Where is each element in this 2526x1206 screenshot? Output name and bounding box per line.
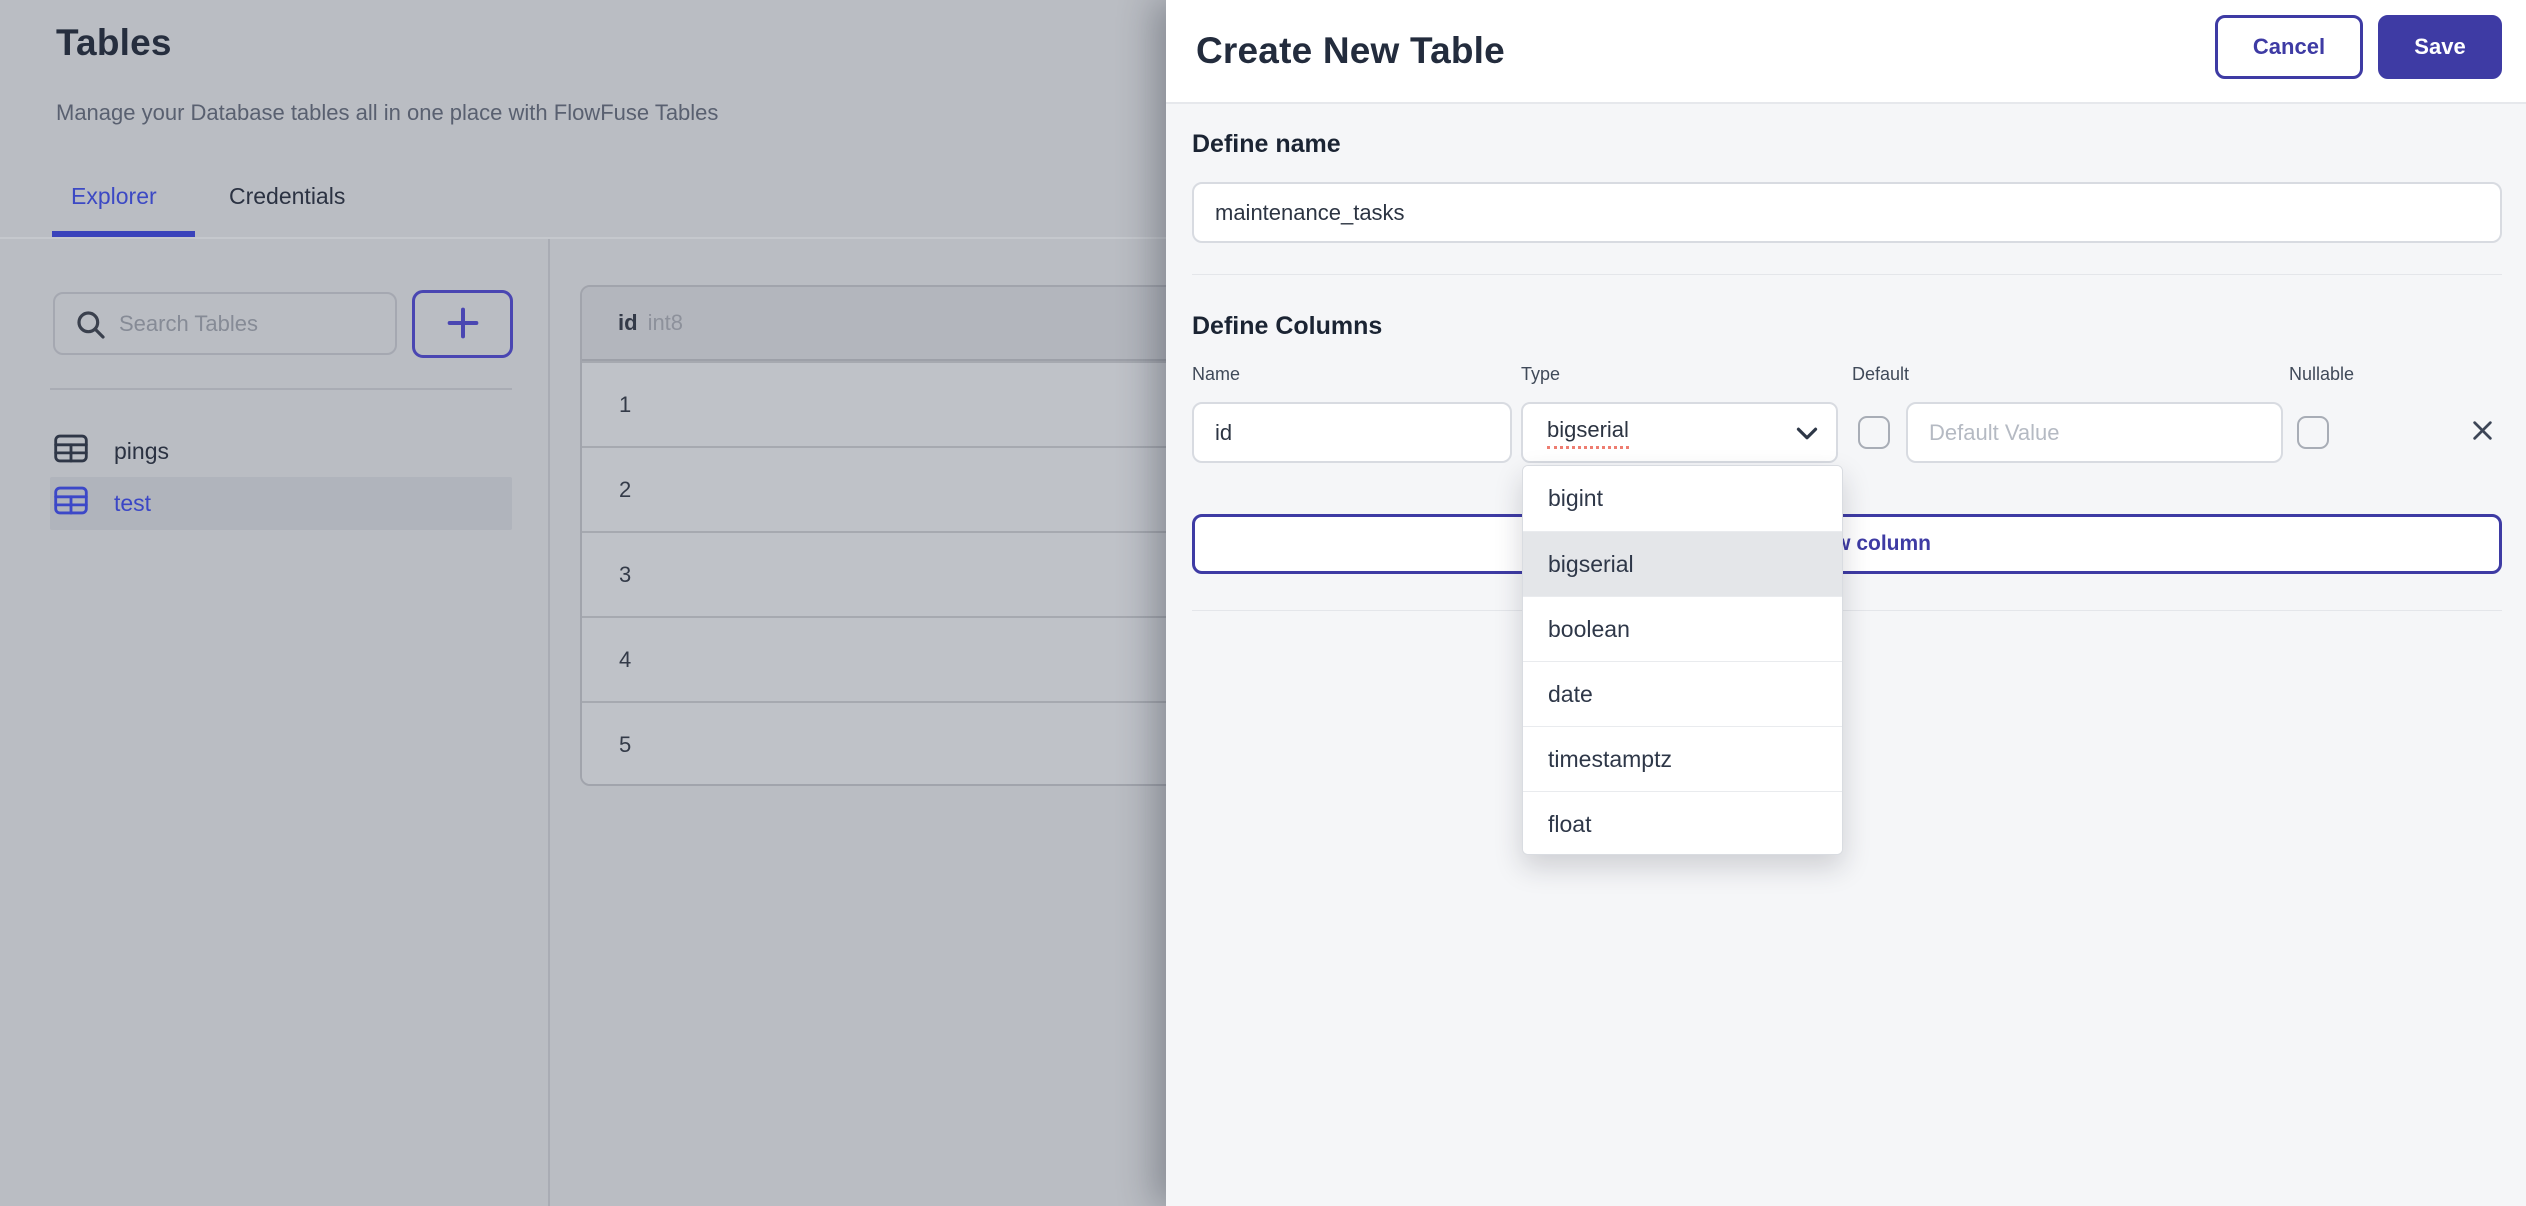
table-row[interactable]: 3	[582, 531, 1199, 616]
column-type-select[interactable]: bigserial	[1521, 402, 1838, 463]
default-value-input[interactable]	[1906, 402, 2283, 463]
selected-type-value: bigserial	[1547, 417, 1629, 449]
add-new-column-button[interactable]: Add new column	[1192, 514, 2502, 574]
drawer-title: Create New Table	[1196, 30, 1505, 71]
sidebar-item-label: pings	[114, 438, 169, 464]
plus-icon	[443, 303, 483, 346]
label-name: Name	[1192, 364, 1241, 384]
cell-value: 2	[619, 476, 632, 502]
search-box[interactable]	[53, 292, 397, 355]
sidebar-item-pings[interactable]: pings	[50, 425, 512, 478]
table-icon	[54, 486, 88, 521]
label-type: Type	[1521, 364, 1561, 384]
type-option-date[interactable]: date	[1523, 661, 1842, 726]
type-option-float[interactable]: float	[1523, 791, 1842, 854]
type-dropdown-menu: bigint bigserial boolean date timestampt…	[1522, 465, 1843, 855]
add-table-button[interactable]	[412, 290, 513, 358]
type-option-bigserial[interactable]: bigserial	[1523, 531, 1842, 596]
cell-value: 5	[619, 731, 632, 757]
tabbar-divider	[0, 237, 1166, 239]
sidebar-divider	[50, 388, 512, 390]
cell-value: 1	[619, 391, 632, 417]
section-divider	[1192, 610, 2502, 611]
type-option-timestamptz[interactable]: timestamptz	[1523, 726, 1842, 791]
column-type: int8	[647, 310, 684, 335]
page-subtitle: Manage your Database tables all in one p…	[56, 100, 719, 125]
type-option-boolean[interactable]: boolean	[1523, 596, 1842, 661]
cell-value: 4	[619, 646, 632, 672]
column-name: id	[618, 310, 638, 335]
remove-column-button[interactable]	[2462, 412, 2502, 452]
page-title: Tables	[56, 22, 172, 63]
define-columns-heading: Define Columns	[1192, 312, 1383, 340]
table-row[interactable]: 2	[582, 446, 1199, 531]
sidebar-vertical-divider	[548, 239, 550, 1206]
default-checkbox[interactable]	[1858, 416, 1890, 449]
search-icon	[75, 309, 107, 346]
label-default: Default	[1852, 364, 1910, 384]
create-table-drawer: Create New Table Cancel Save Define name…	[1166, 0, 2526, 1206]
sidebar-item-label: test	[114, 490, 152, 516]
column-name-input[interactable]	[1192, 402, 1512, 463]
close-icon	[2469, 417, 2496, 447]
save-button[interactable]: Save	[2378, 15, 2502, 79]
tab-credentials[interactable]: Credentials	[229, 183, 345, 210]
drawer-header: Create New Table Cancel Save	[1166, 0, 2526, 104]
table-row[interactable]: 1	[582, 361, 1199, 446]
grid-column-header[interactable]: id int8	[582, 287, 1199, 361]
table-icon	[54, 434, 88, 469]
type-option-bigint[interactable]: bigint	[1523, 466, 1842, 531]
nullable-checkbox[interactable]	[2297, 416, 2329, 449]
chevron-down-icon	[1796, 426, 1818, 446]
table-name-input[interactable]	[1192, 182, 2502, 243]
app-window: Tables Manage your Database tables all i…	[0, 0, 2526, 1206]
search-input[interactable]	[119, 296, 389, 351]
tab-explorer[interactable]: Explorer	[71, 183, 157, 210]
table-row[interactable]: 4	[582, 616, 1199, 701]
label-nullable: Nullable	[2289, 364, 2355, 384]
define-name-heading: Define name	[1192, 130, 1341, 158]
section-divider	[1192, 274, 2502, 275]
table-row[interactable]: 5	[582, 701, 1199, 784]
sidebar-item-test[interactable]: test	[50, 477, 512, 530]
cell-value: 3	[619, 561, 632, 587]
data-grid: id int8 1 2 3 4 5	[580, 285, 1201, 786]
cancel-button[interactable]: Cancel	[2215, 15, 2363, 79]
